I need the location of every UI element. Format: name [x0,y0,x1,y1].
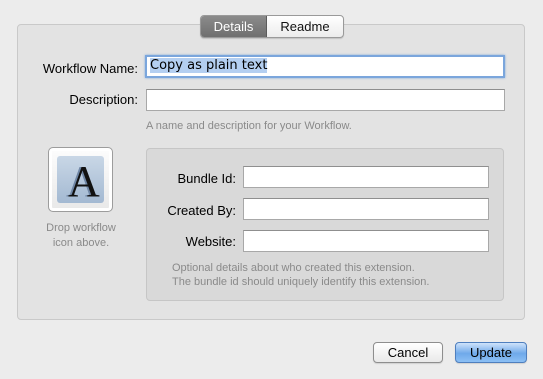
workflow-icon: A A [57,156,104,206]
created-by-label: Created By: [167,203,236,218]
details-hint-line-1: Optional details about who created this … [172,262,415,274]
drop-hint-line-2: icon above. [52,237,110,249]
bundle-id-label: Bundle Id: [177,171,236,186]
tab-readme[interactable]: Readme [267,16,343,37]
name-description-hint: A name and description for your Workflow… [146,120,352,132]
letter-a-icon: A A [66,157,100,206]
details-hint: Optional details about who created this … [172,261,492,289]
website-label: Website: [185,234,236,249]
details-hint-line-2: The bundle id should uniquely identify t… [172,276,430,288]
workflow-name-label: Workflow Name: [42,61,138,76]
tab-details[interactable]: Details [201,16,267,37]
letter-a-glyph: A [68,157,100,203]
workflow-icon-well[interactable]: A A [48,147,113,212]
workflow-name-field[interactable]: Copy as plain text [145,55,505,78]
drop-hint-line-1: Drop workflow [46,222,116,234]
update-button[interactable]: Update [455,342,527,363]
description-label: Description: [69,92,138,107]
website-field[interactable] [243,230,489,252]
cancel-button[interactable]: Cancel [373,342,443,363]
description-field[interactable] [146,89,505,111]
segmented-tab-control: Details Readme [200,15,344,38]
workflow-name-value: Copy as plain text [150,58,268,73]
created-by-field[interactable] [243,198,489,220]
drop-icon-hint: Drop workflow icon above. [32,221,130,251]
bundle-id-field[interactable] [243,166,489,188]
